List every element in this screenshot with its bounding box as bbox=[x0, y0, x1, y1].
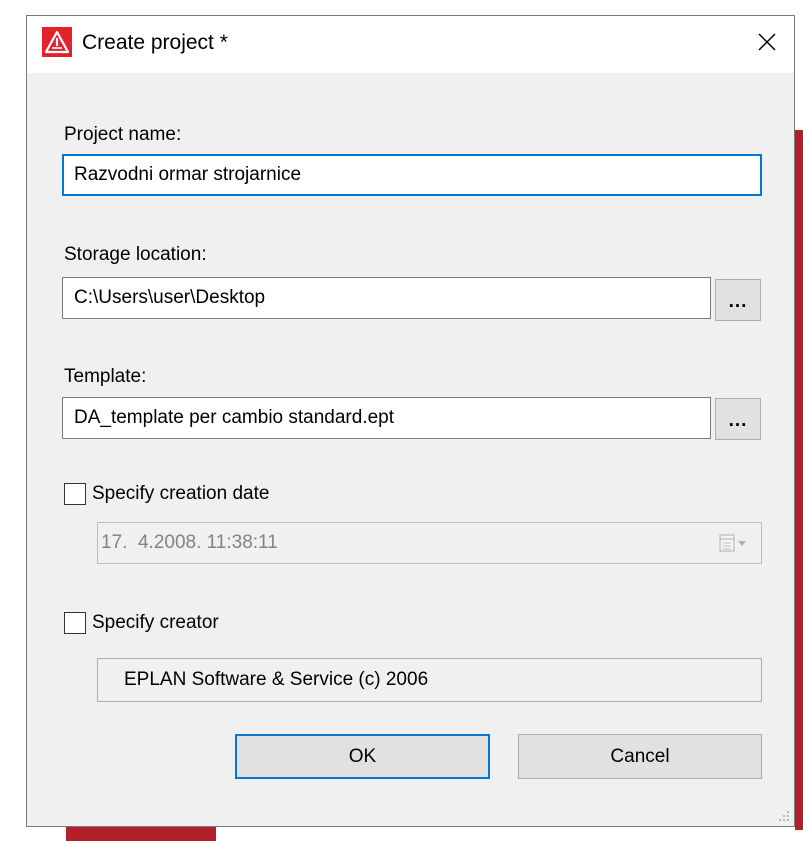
creator-input[interactable]: EPLAN Software & Service (c) 2006 bbox=[97, 658, 762, 702]
title-bar[interactable]: Create project * bbox=[27, 16, 794, 73]
storage-location-input[interactable]: C:\Users\user\Desktop bbox=[62, 277, 711, 319]
close-button[interactable] bbox=[739, 16, 794, 68]
creator-checkbox-label[interactable]: Specify creator bbox=[92, 611, 219, 635]
close-icon bbox=[757, 33, 776, 51]
window-title: Create project * bbox=[82, 31, 228, 54]
template-browse-button[interactable]: ... bbox=[715, 398, 761, 440]
creator-checkbox[interactable] bbox=[64, 612, 86, 634]
background-app-edge bbox=[795, 130, 803, 830]
storage-location-label: Storage location: bbox=[64, 244, 207, 265]
creation-date-value: 17. 4.2008. 11:38:11 bbox=[101, 532, 278, 553]
background-app-edge-bottom bbox=[66, 826, 216, 841]
project-name-label: Project name: bbox=[64, 124, 182, 145]
calendar-dropdown-icon[interactable] bbox=[719, 534, 749, 554]
project-name-input[interactable]: Razvodni ormar strojarnice bbox=[62, 154, 762, 196]
creation-date-picker[interactable]: 17. 4.2008. 11:38:11 bbox=[97, 522, 762, 564]
resize-grip-icon[interactable] bbox=[776, 808, 790, 822]
template-input[interactable]: DA_template per cambio standard.ept bbox=[62, 397, 711, 439]
creation-date-checkbox-label[interactable]: Specify creation date bbox=[92, 482, 269, 506]
template-label: Template: bbox=[64, 366, 147, 387]
create-project-dialog: Create project * Project name: Razvodni … bbox=[26, 15, 795, 827]
ok-button[interactable]: OK bbox=[235, 734, 490, 779]
cancel-button[interactable]: Cancel bbox=[518, 734, 762, 779]
creation-date-checkbox[interactable] bbox=[64, 483, 86, 505]
storage-browse-button[interactable]: ... bbox=[715, 279, 761, 321]
eplan-warning-icon bbox=[42, 27, 72, 57]
